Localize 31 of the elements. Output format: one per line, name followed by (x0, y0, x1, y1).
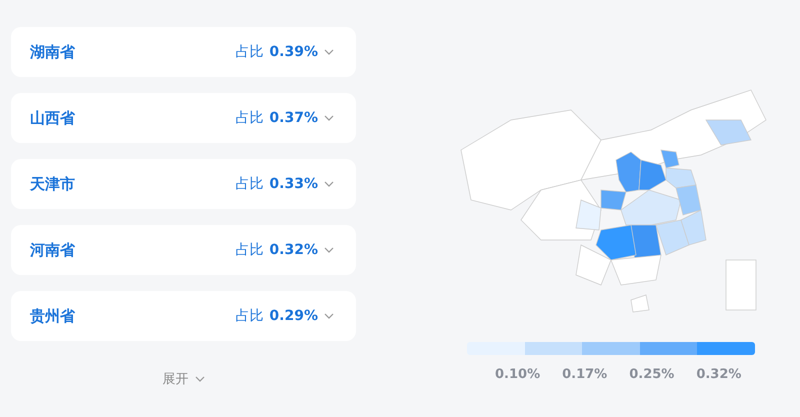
share-value: 0.37% (269, 110, 318, 126)
chevron-down-icon (194, 376, 204, 382)
chevron-down-icon (324, 313, 334, 319)
legend-label: 0.25% (629, 367, 674, 382)
share-label: 占比 (235, 307, 264, 325)
chevron-down-icon (324, 181, 334, 187)
share-value: 0.32% (269, 242, 318, 258)
chevron-down-icon (324, 115, 334, 121)
chevron-down-icon (324, 247, 334, 253)
share-value: 0.33% (269, 176, 318, 192)
share-label: 占比 (235, 43, 264, 61)
legend-label: 0.17% (562, 367, 608, 382)
share-value: 0.29% (269, 308, 318, 324)
share-value: 0.39% (269, 44, 318, 60)
region-card[interactable]: 贵州省 占比 0.29% (11, 291, 356, 341)
chevron-down-icon (324, 49, 334, 55)
region-card[interactable]: 山西省 占比 0.37% (11, 93, 356, 143)
share-label: 占比 (235, 109, 264, 127)
region-name: 河南省 (30, 240, 75, 260)
region-name: 湖南省 (30, 42, 75, 62)
share-label: 占比 (235, 175, 264, 193)
region-name: 贵州省 (30, 306, 75, 326)
region-name: 山西省 (30, 108, 75, 128)
region-card[interactable]: 湖南省 占比 0.39% (11, 27, 356, 77)
region-card[interactable]: 天津市 占比 0.33% (11, 159, 356, 209)
share-label: 占比 (235, 241, 264, 259)
expand-button[interactable]: 展开 (156, 369, 210, 389)
region-name: 天津市 (30, 174, 75, 194)
legend-label: 0.10% (495, 367, 540, 382)
region-card[interactable]: 河南省 占比 0.32% (11, 225, 356, 275)
legend-label: 0.32% (696, 367, 742, 382)
